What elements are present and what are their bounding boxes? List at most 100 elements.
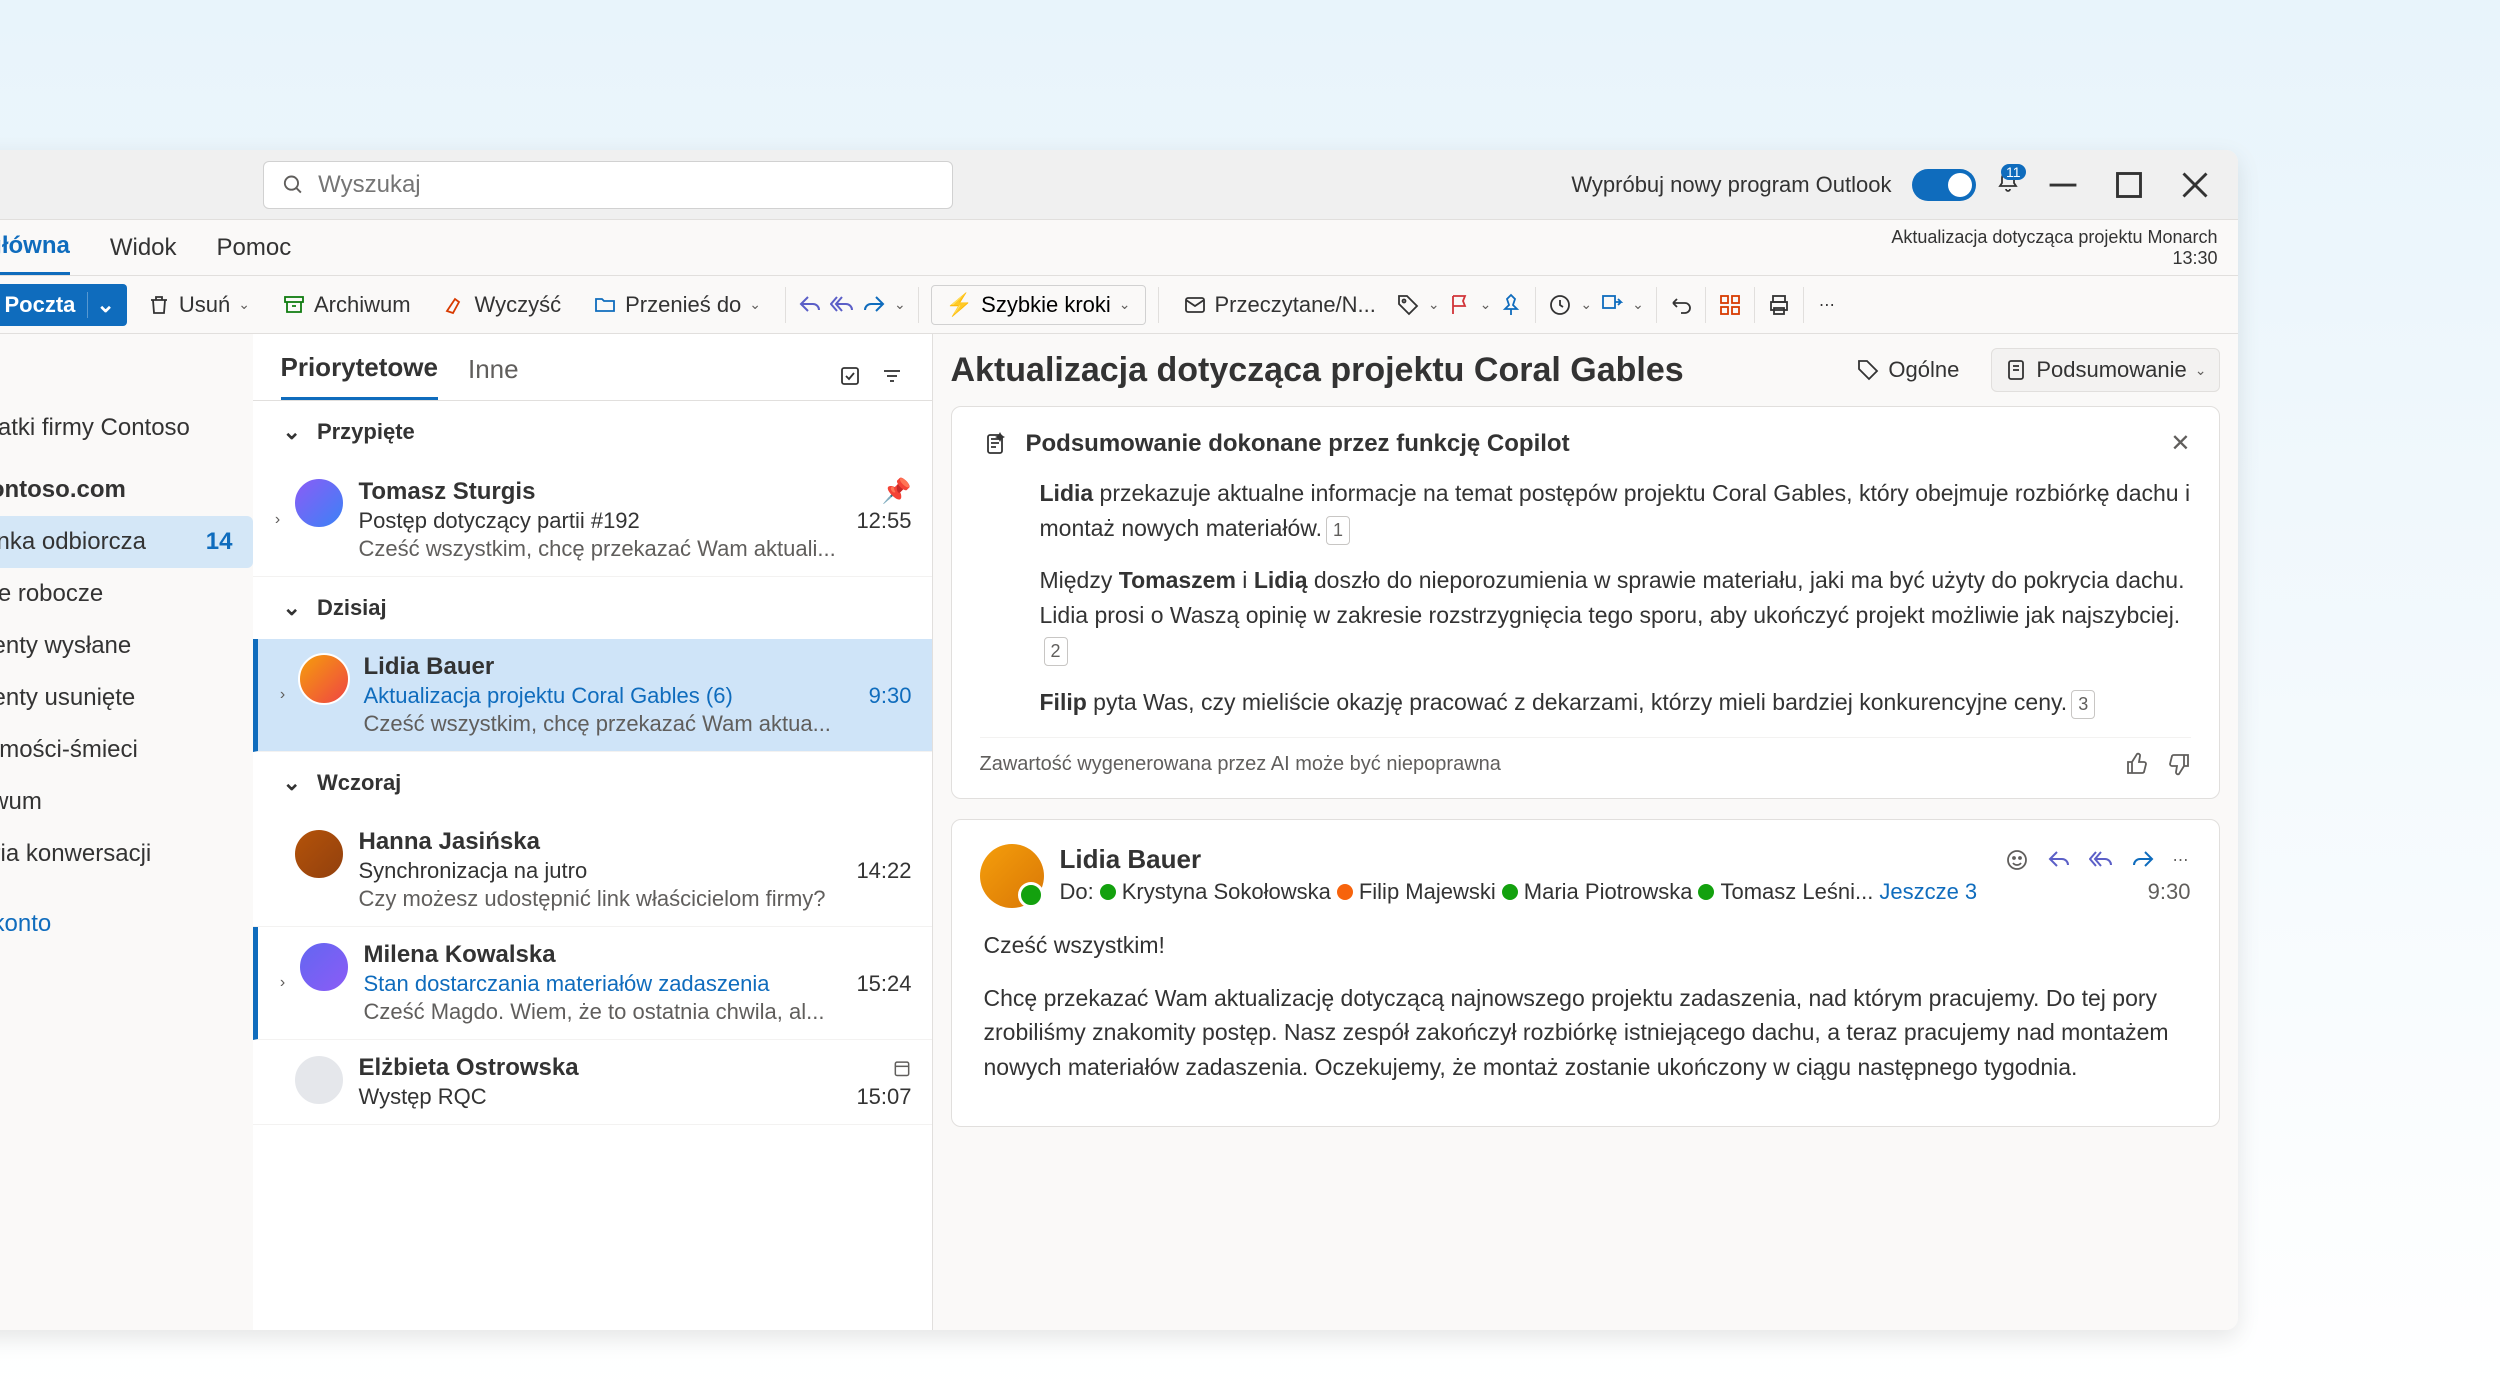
delete-button[interactable]: Usuń ⌄ [135,284,262,326]
filter-icon[interactable] [880,364,904,388]
separator [1754,287,1755,323]
tab-view[interactable]: Widok [110,222,177,274]
sidebar-item-sent[interactable]: menty wysłane [0,620,253,672]
sidebar-add-account[interactable]: e konto [0,898,253,950]
separator [1656,287,1657,323]
pin-icon[interactable]: 📌 [882,477,912,506]
summary-icon [2004,358,2028,382]
search-input[interactable] [318,171,933,199]
sweep-button[interactable]: Wyczyść [431,284,574,326]
apps-icon[interactable] [1718,293,1742,317]
citation[interactable]: 3 [2071,690,2095,719]
copilot-icon [980,432,1010,456]
read-unread-button[interactable]: Przeczytane/N... [1171,284,1388,326]
sidebar-item-history[interactable]: toria konwersacji [0,828,253,880]
recipient[interactable]: Tomasz Leśni... [1720,879,1873,905]
sidebar-item-drafts[interactable]: rsje robocze [0,568,253,620]
citation[interactable]: 1 [1326,516,1350,545]
try-outlook-toggle[interactable] [1912,169,1976,201]
chevron-down-icon[interactable]: ⌄ [87,292,114,318]
recipient[interactable]: Krystyna Sokołowska [1122,879,1331,905]
section-pinned[interactable]: ⌄Przypięte [253,401,932,463]
sidebar-item-deleted[interactable]: menty usunięte [0,672,253,724]
notifications-button[interactable]: 11 [1996,170,2020,199]
ticker-icon[interactable] [2222,236,2238,260]
chip-label: Podsumowanie [2036,357,2186,383]
mail-item[interactable]: Hanna Jasińska Synchronizacja na jutro14… [253,814,932,927]
more-icon[interactable]: ⋯ [1816,293,1840,317]
chevron-down-icon: ⌄ [894,296,906,313]
recipient[interactable]: Maria Piotrowska [1524,879,1693,905]
print-icon[interactable] [1767,293,1791,317]
summary-button[interactable]: Podsumowanie ⌄ [1991,348,2219,392]
more-icon[interactable]: ⋯ [2173,850,2191,870]
chevron-down-icon: ⌄ [1632,296,1644,313]
mail-item[interactable]: › Tomasz Sturgis📌 Postęp dotyczący parti… [253,463,932,577]
new-mail-label: Poczta [5,292,76,318]
snooze-icon[interactable] [1548,293,1572,317]
forward-icon[interactable] [2131,848,2155,872]
message-body: Cześć wszystkim! Chcę przekazać Wam aktu… [980,928,2191,1084]
chevron-down-icon: ⌄ [283,419,301,445]
recipient[interactable]: Filip Majewski [1359,879,1496,905]
mail-item-selected[interactable]: › Lidia Bauer Aktualizacja projektu Cora… [253,639,932,752]
chevron-down-icon: ⌄ [749,296,761,313]
expand-icon[interactable]: › [268,653,298,737]
section-yesterday[interactable]: ⌄Wczoraj [253,752,932,814]
section-today[interactable]: ⌄Dzisiaj [253,577,932,639]
reply-all-icon[interactable] [2089,848,2113,872]
flag-icon[interactable] [1448,293,1472,317]
maximize-button[interactable] [2106,162,2152,208]
separator [1158,287,1159,323]
reply-icon[interactable] [798,293,822,317]
reply-all-icon[interactable] [830,293,854,317]
close-button[interactable] [2172,162,2218,208]
copilot-paragraph: Filip pyta Was, czy mieliście okazję pra… [980,685,2191,720]
expand-icon[interactable]: › [268,941,298,1025]
copilot-header: Podsumowanie dokonane przez funkcję Copi… [1026,430,1570,458]
expand-icon[interactable]: › [263,477,293,562]
mail-item[interactable]: Elżbieta Ostrowska Występ RQC15:07 [253,1040,932,1125]
rules-icon[interactable] [1600,293,1624,317]
outlook-window: Wypróbuj nowy program Outlook 11 na głów… [0,150,2238,1330]
thumbs-up-icon[interactable] [2125,752,2149,776]
undo-icon[interactable] [1669,293,1693,317]
select-icon[interactable] [838,364,862,388]
chevron-down-icon: ⌄ [1428,296,1440,313]
pin-icon[interactable] [1499,293,1523,317]
tab-other[interactable]: Inne [468,354,519,399]
minimize-button[interactable] [2040,162,2086,208]
mail-item[interactable]: › Milena Kowalska Stan dostarczania mate… [253,927,932,1040]
close-icon[interactable]: ✕ [2170,429,2190,458]
quick-steps-button[interactable]: ⚡ Szybkie kroki ⌄ [931,285,1146,325]
sidebar-account[interactable]: Contoso.com [0,464,253,516]
citation[interactable]: 2 [1044,637,1068,666]
new-mail-button[interactable]: Poczta ⌄ [0,284,127,326]
avatar [293,477,345,529]
forward-icon[interactable] [862,293,886,317]
toolbar: Poczta ⌄ Usuń ⌄ Archiwum Wyczyść Przenie… [0,276,2238,334]
thumbs-down-icon[interactable] [2167,752,2191,776]
mail-time: 12:55 [856,508,911,534]
copilot-summary-card: Podsumowanie dokonane przez funkcję Copi… [951,406,2220,799]
mail-time: 14:22 [856,858,911,884]
sidebar-item-junk[interactable]: domości-śmieci [0,724,253,776]
sidebar-item-inbox[interactable]: zynka odbiorcza14 [0,516,253,568]
tab-focused[interactable]: Priorytetowe [281,352,439,400]
sidebar-item[interactable]: e [0,350,253,402]
tag-icon[interactable] [1396,293,1420,317]
reply-icon[interactable] [2047,848,2071,872]
sweep-label: Wyczyść [475,292,562,318]
archive-button[interactable]: Archiwum [270,284,423,326]
to-label: Do: [1060,879,1094,905]
emoji-icon[interactable] [2005,848,2029,872]
tab-home[interactable]: na główna [0,220,70,275]
sidebar-item-archive[interactable]: hiwum [0,776,253,828]
search-box[interactable] [263,161,953,209]
sidebar-item[interactable]: ydatki firmy Contoso [0,402,253,454]
conversation-title: Aktualizacja dotycząca projektu Coral Ga… [951,351,1825,390]
more-recipients[interactable]: Jeszcze 3 [1879,879,1977,905]
category-general[interactable]: Ogólne [1844,349,1971,391]
tab-help[interactable]: Pomoc [217,222,292,274]
move-button[interactable]: Przenieś do ⌄ [581,284,773,326]
